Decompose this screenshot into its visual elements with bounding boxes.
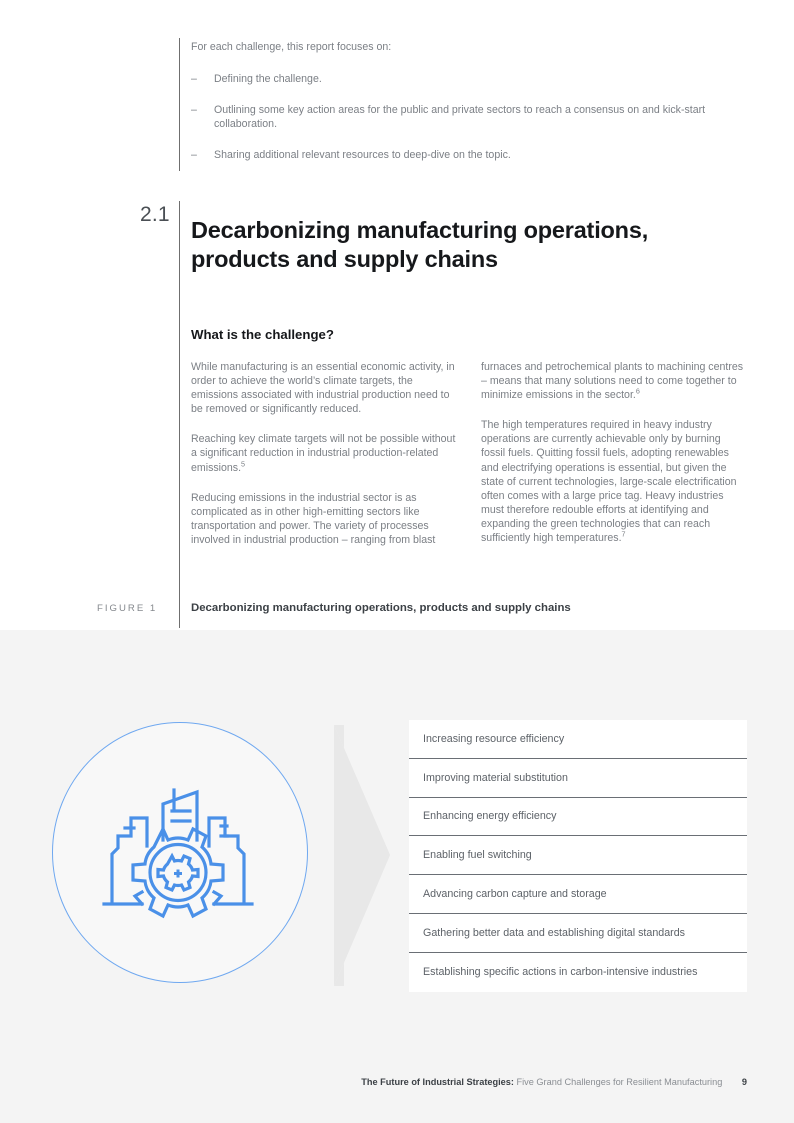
intro-list-item: – Defining the challenge. [191,72,736,86]
intro-lead-text: For each challenge, this report focuses … [191,41,392,53]
footer-report-subtitle: Five Grand Challenges for Resilient Manu… [516,1077,723,1087]
body-paragraph: Reaching key climate targets will not be… [191,432,456,474]
figure-action-list: Increasing resource efficiency Improving… [409,720,747,992]
list-item: Improving material substitution [409,759,747,798]
intro-list-item-text: Defining the challenge. [214,73,322,85]
list-item-label: Increasing resource efficiency [423,732,565,745]
list-item: Increasing resource efficiency [409,720,747,759]
list-item-label: Enhancing energy efficiency [423,810,557,823]
body-column-right: furnaces and petrochemical plants to mac… [481,360,746,545]
body-paragraph-text: Reaching key climate targets will not be… [191,433,456,474]
figure-label: FIGURE 1 [97,603,158,614]
intro-block: For each challenge, this report focuses … [191,40,736,162]
document-page: For each challenge, this report focuses … [0,0,794,1123]
intro-vertical-rule [179,38,180,171]
body-paragraph-text: The high temperatures required in heavy … [481,419,737,545]
list-item: Enabling fuel switching [409,836,747,876]
body-paragraph-text: Reducing emissions in the industrial sec… [191,491,436,546]
body-paragraph: Reducing emissions in the industrial sec… [191,491,456,547]
list-item-label: Establishing specific actions in carbon-… [423,966,698,979]
body-paragraph-text: furnaces and petrochemical plants to mac… [481,361,744,402]
factory-gear-icon [102,788,254,919]
figure-icon-circle [52,722,310,985]
footnote-marker: 5 [241,459,246,469]
section-vertical-rule [179,201,180,628]
list-item-label: Gathering better data and establishing d… [423,926,686,939]
footnote-marker: 6 [635,386,640,396]
body-paragraph-text: While manufacturing is an essential econ… [191,361,455,416]
body-paragraph: furnaces and petrochemical plants to mac… [481,360,746,402]
list-item-label: Advancing carbon capture and storage [423,888,607,901]
page-number: 9 [741,1077,747,1087]
list-item: Enhancing energy efficiency [409,798,747,837]
list-item: Gathering better data and establishing d… [409,914,747,953]
list-item-label: Enabling fuel switching [423,849,532,862]
list-item: Advancing carbon capture and storage [409,875,747,914]
body-paragraph: The high temperatures required in heavy … [481,418,746,545]
list-item: Establishing specific actions in carbon-… [409,953,747,992]
body-column-left: While manufacturing is an essential econ… [191,360,456,547]
page-footer: The Future of Industrial Strategies: Fiv… [0,1077,794,1087]
footer-report-title: The Future of Industrial Strategies: [361,1077,514,1087]
section-subheading: What is the challenge? [191,326,334,342]
intro-list-item-text: Sharing additional relevant resources to… [214,149,511,161]
body-columns: While manufacturing is an essential econ… [191,360,746,580]
dash-icon: – [191,73,197,85]
list-item-label: Improving material substitution [423,771,568,784]
page-title: Decarbonizing manufacturing operations, … [191,216,649,272]
footnote-marker: 7 [621,529,626,539]
body-paragraph: While manufacturing is an essential econ… [191,360,456,416]
dash-icon: – [191,104,197,116]
section-number: 2.1 [140,203,170,226]
figure-caption: Decarbonizing manufacturing operations, … [191,602,571,614]
dash-icon: – [191,149,197,161]
intro-list-item: – Outlining some key action areas for th… [191,103,736,131]
intro-list-item-text: Outlining some key action areas for the … [214,104,706,130]
arrow-pointer-icon [334,725,390,986]
intro-list-item: – Sharing additional relevant resources … [191,148,736,162]
